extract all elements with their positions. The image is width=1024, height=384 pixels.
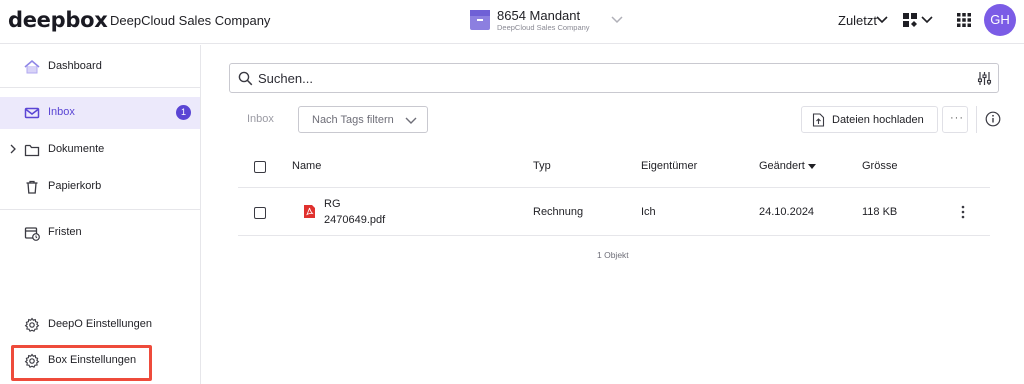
chevron-down-icon[interactable] (921, 13, 933, 25)
sidebar-item-label: Dokumente (48, 143, 105, 155)
row-checkbox[interactable] (254, 207, 266, 219)
divider (0, 209, 200, 210)
info-icon[interactable] (985, 111, 1001, 127)
file-name-line2[interactable]: 2470649.pdf (324, 214, 385, 226)
filter-settings-icon[interactable] (977, 71, 992, 86)
top-bar: deepbox DeepCloud Sales Company 8654 Man… (0, 0, 1024, 44)
search-input[interactable] (258, 69, 958, 87)
more-vertical-icon[interactable] (958, 205, 968, 219)
sidebar-item-label: Papierkorb (48, 180, 102, 192)
chevron-down-icon[interactable] (610, 12, 624, 26)
column-header-size[interactable]: Grösse (862, 160, 897, 172)
calendar-clock-icon (24, 227, 40, 241)
sidebar-item-fristen[interactable]: Fristen (0, 217, 200, 249)
file-modified: 24.10.2024 (759, 206, 815, 218)
avatar[interactable]: GH (984, 4, 1016, 36)
sidebar-item-papierkorb[interactable]: Papierkorb (0, 171, 200, 203)
mail-icon (24, 107, 40, 119)
sidebar-item-deepo-settings[interactable]: DeepO Einstellungen (0, 309, 200, 341)
chevron-down-icon (405, 117, 417, 124)
deepbox-logo[interactable]: deepbox (8, 8, 108, 32)
box-switcher-icon[interactable] (902, 12, 918, 28)
sidebar-item-label: Fristen (48, 226, 82, 238)
tag-filter-label: Nach Tags filtern (312, 114, 394, 126)
sidebar: Dashboard Inbox 1 Dokumente Papierkorb F… (0, 45, 201, 384)
mandant-title[interactable]: 8654 Mandant (497, 8, 580, 23)
trash-icon (26, 180, 38, 194)
more-horizontal-icon: ··· (950, 112, 964, 124)
home-icon (24, 59, 40, 74)
pdf-icon (304, 205, 315, 218)
more-actions-button[interactable]: ··· (942, 106, 968, 133)
folder-icon (24, 144, 40, 157)
sidebar-item-dokumente[interactable]: Dokumente (0, 134, 200, 166)
breadcrumb: Inbox (247, 113, 274, 125)
tag-filter-select[interactable]: Nach Tags filtern (298, 106, 428, 133)
highlight-frame (11, 345, 152, 381)
divider (0, 87, 200, 88)
file-upload-icon (812, 113, 825, 127)
divider (976, 106, 977, 133)
item-count: 1 Objekt (597, 250, 629, 260)
company-name[interactable]: DeepCloud Sales Company (110, 13, 270, 28)
mandant-subtitle: DeepCloud Sales Company (497, 23, 590, 32)
file-size: 118 KB (862, 206, 898, 218)
recent-menu[interactable]: Zuletzt (838, 13, 877, 28)
sidebar-item-inbox[interactable]: Inbox 1 (0, 97, 200, 129)
file-name-line1[interactable]: RG (324, 198, 341, 210)
count-badge: 1 (176, 105, 191, 120)
mandant-box-icon[interactable] (470, 10, 490, 30)
column-header-owner[interactable]: Eigentümer (641, 160, 697, 172)
upload-files-button[interactable]: Dateien hochladen (801, 106, 938, 133)
upload-files-label: Dateien hochladen (832, 114, 924, 126)
apps-grid-icon[interactable] (957, 13, 971, 27)
column-header-type[interactable]: Typ (533, 160, 551, 172)
select-all-checkbox[interactable] (254, 161, 266, 173)
sidebar-item-label: Dashboard (48, 60, 102, 72)
file-owner: Ich (641, 206, 656, 218)
sidebar-item-label: DeepO Einstellungen (48, 318, 152, 330)
sidebar-item-dashboard[interactable]: Dashboard (0, 51, 200, 83)
chevron-down-icon[interactable] (876, 13, 888, 25)
chevron-right-icon[interactable] (8, 144, 18, 154)
search-icon (238, 71, 253, 86)
search-bar[interactable] (229, 63, 999, 93)
column-header-modified[interactable]: Geändert (759, 160, 816, 172)
table-row[interactable]: RG 2470649.pdf Rechnung Ich 24.10.2024 1… (238, 189, 990, 236)
file-type: Rechnung (533, 206, 584, 218)
gear-icon (24, 317, 40, 332)
sidebar-item-label: Inbox (48, 106, 75, 118)
column-header-modified-label: Geändert (759, 160, 805, 172)
column-header-name[interactable]: Name (292, 160, 321, 172)
table-header: Name Typ Eigentümer Geändert Grösse (238, 150, 990, 188)
sort-desc-icon (807, 163, 816, 169)
